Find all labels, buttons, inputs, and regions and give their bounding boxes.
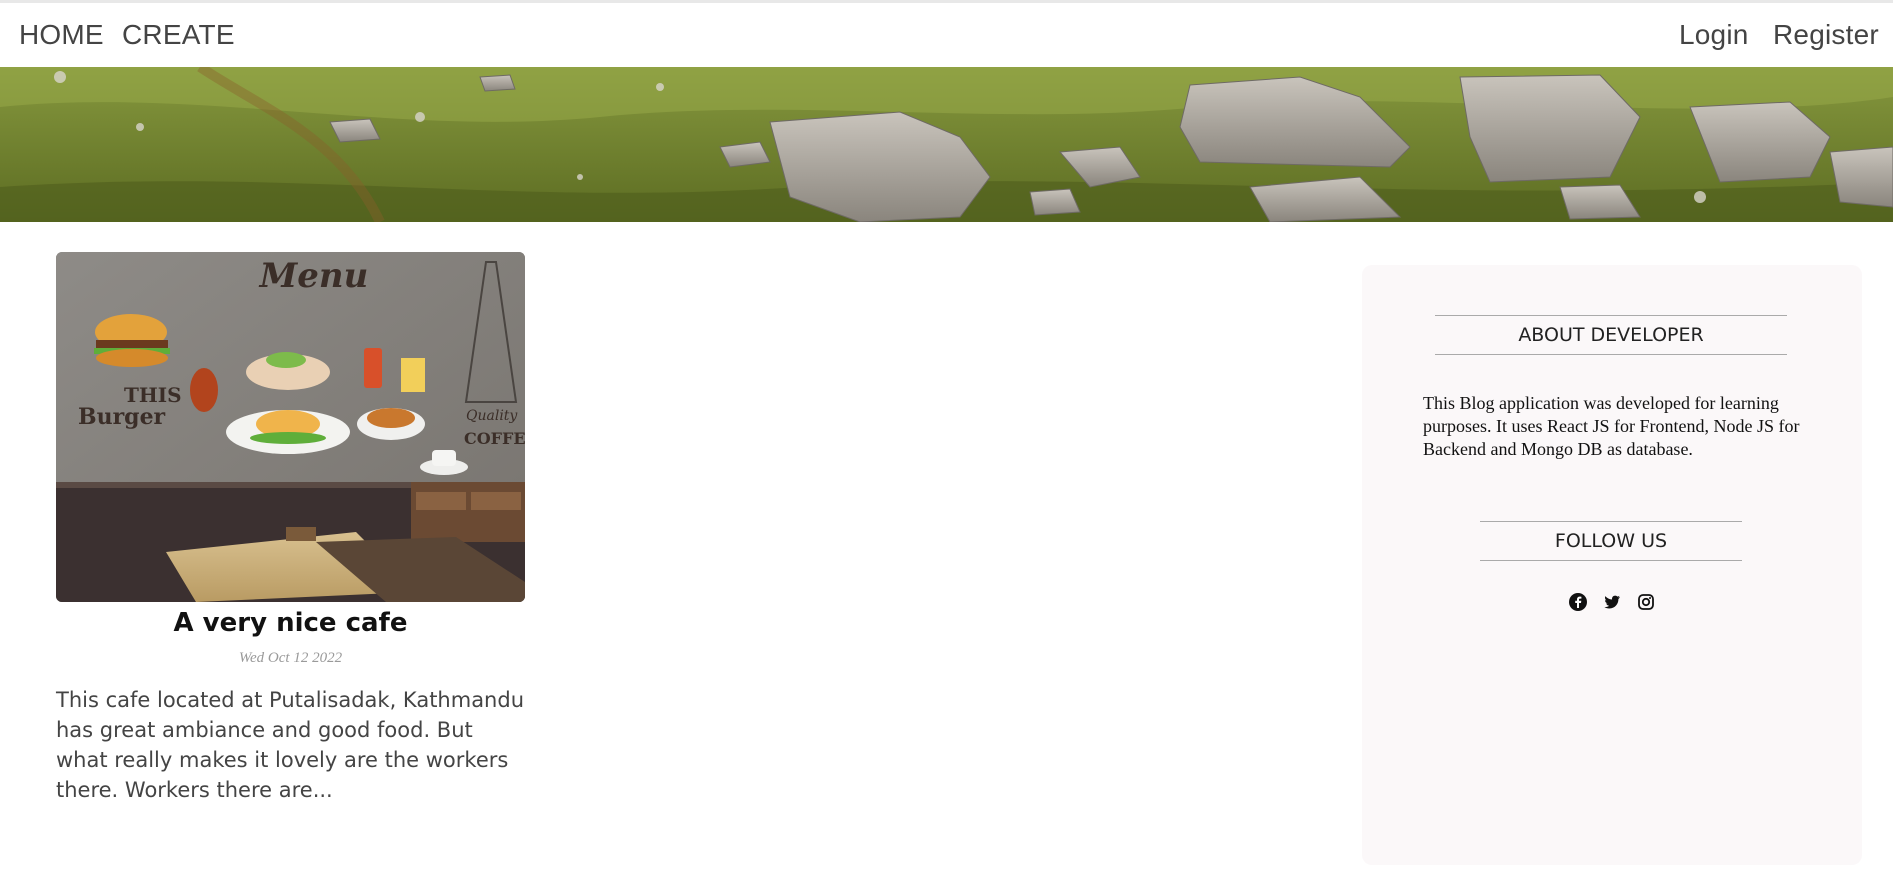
facebook-icon[interactable] <box>1568 592 1588 612</box>
nav-login-link[interactable]: Login <box>1679 19 1749 51</box>
post-excerpt: This cafe located at Putalisadak, Kathma… <box>56 688 525 802</box>
social-links <box>1362 592 1862 612</box>
nav-create-link[interactable]: CREATE <box>122 19 235 51</box>
quality-wall-text: Quality <box>466 408 518 424</box>
sidebar: ABOUT DEVELOPER This Blog application wa… <box>1362 265 1862 865</box>
follow-us-title: FOLLOW US <box>1480 521 1742 561</box>
about-developer-text: This Blog application was developed for … <box>1423 393 1800 459</box>
top-nav: HOME CREATE Login Register <box>0 3 1893 67</box>
post-title[interactable]: A very nice cafe <box>56 606 525 640</box>
nav-home-link[interactable]: HOME <box>19 19 104 51</box>
nav-register-link[interactable]: Register <box>1773 19 1879 51</box>
post-cover-image[interactable]: Menu THIS Burger Quality COFFEE <box>56 252 525 602</box>
menu-wall-text: Menu <box>259 256 369 296</box>
twitter-icon[interactable] <box>1602 592 1622 612</box>
coffee-wall-text: COFFEE <box>464 429 525 448</box>
post-date: Wed Oct 12 2022 <box>238 650 343 666</box>
header-banner-image <box>0 67 1893 222</box>
instagram-icon[interactable] <box>1636 592 1656 612</box>
about-developer-title: ABOUT DEVELOPER <box>1435 315 1787 355</box>
blog-post-card[interactable]: Menu THIS Burger Quality COFFEE A very n… <box>56 252 525 805</box>
burger-wall-text: Burger <box>78 404 166 430</box>
